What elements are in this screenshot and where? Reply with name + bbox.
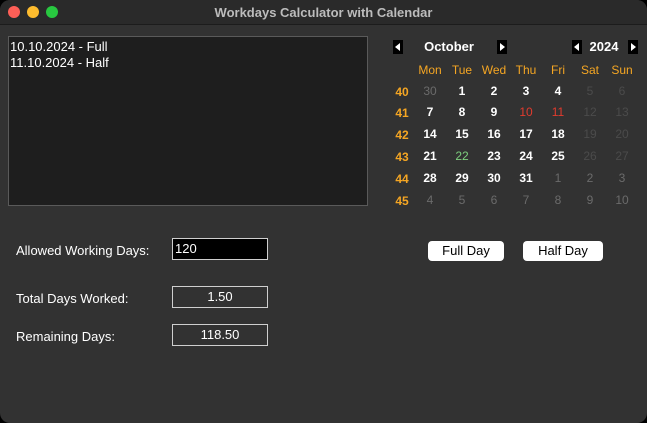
total-days-value: 1.50 (172, 286, 268, 308)
calendar-day[interactable]: 7 (510, 193, 542, 207)
weekday-header: Tue (451, 63, 473, 77)
prev-month-icon[interactable] (393, 40, 403, 54)
full-day-button[interactable]: Full Day (428, 241, 504, 261)
calendar-day[interactable]: 14 (414, 127, 446, 141)
calendar-day[interactable]: 19 (574, 127, 606, 141)
calendar-day[interactable]: 4 (542, 84, 574, 98)
calendar-day[interactable]: 9 (574, 193, 606, 207)
allowed-days-input[interactable]: 120 (172, 238, 268, 260)
calendar-day[interactable]: 5 (446, 193, 478, 207)
remaining-days-label: Remaining Days: (16, 329, 115, 344)
log-entry: 11.10.2024 - Half (10, 55, 109, 70)
weekday-header: Mon (418, 63, 442, 77)
weekday-header: Sat (580, 63, 599, 77)
calendar-day[interactable]: 26 (574, 149, 606, 163)
calendar-day[interactable]: 17 (510, 127, 542, 141)
weekday-header: Sun (611, 63, 633, 77)
next-year-icon[interactable] (628, 40, 638, 54)
calendar-month: October (424, 39, 474, 54)
calendar-day[interactable]: 20 (606, 127, 638, 141)
week-number: 42 (395, 128, 409, 142)
calendar-day[interactable]: 2 (574, 171, 606, 185)
total-days-label: Total Days Worked: (16, 291, 129, 306)
remaining-days-value: 118.50 (172, 324, 268, 346)
week-number: 44 (395, 172, 409, 186)
calendar-day[interactable]: 15 (446, 127, 478, 141)
calendar-day[interactable]: 10 (606, 193, 638, 207)
weekday-header: Wed (481, 63, 507, 77)
week-number: 40 (395, 85, 409, 99)
calendar-day[interactable]: 3 (510, 84, 542, 98)
calendar-day[interactable]: 31 (510, 171, 542, 185)
calendar-day[interactable]: 6 (606, 84, 638, 98)
calendar-day[interactable]: 16 (478, 127, 510, 141)
calendar-day[interactable]: 4 (414, 193, 446, 207)
calendar-day[interactable]: 23 (478, 149, 510, 163)
weekday-header: Thu (515, 63, 537, 77)
calendar-day[interactable]: 9 (478, 105, 510, 119)
calendar-day[interactable]: 11 (542, 105, 574, 119)
calendar-day[interactable]: 25 (542, 149, 574, 163)
calendar-day[interactable]: 27 (606, 149, 638, 163)
calendar-day[interactable]: 30 (478, 171, 510, 185)
half-day-button[interactable]: Half Day (523, 241, 603, 261)
calendar-day[interactable]: 24 (510, 149, 542, 163)
allowed-days-label: Allowed Working Days: (16, 243, 150, 258)
calendar-day[interactable]: 12 (574, 105, 606, 119)
log-entry: 10.10.2024 - Full (10, 39, 108, 54)
calendar-day[interactable]: 1 (542, 171, 574, 185)
calendar-day[interactable]: 21 (414, 149, 446, 163)
week-number: 43 (395, 150, 409, 164)
calendar-day[interactable]: 22 (446, 149, 478, 163)
weekday-header: Fri (551, 63, 565, 77)
worked-days-log[interactable]: 10.10.2024 - Full 11.10.2024 - Half (8, 36, 368, 206)
calendar-day[interactable]: 13 (606, 105, 638, 119)
week-number: 45 (395, 194, 409, 208)
next-month-icon[interactable] (497, 40, 507, 54)
calendar-day[interactable]: 28 (414, 171, 446, 185)
calendar-day[interactable]: 29 (446, 171, 478, 185)
calendar-day[interactable]: 10 (510, 105, 542, 119)
calendar-day[interactable]: 8 (446, 105, 478, 119)
calendar-day[interactable]: 2 (478, 84, 510, 98)
calendar-day[interactable]: 6 (478, 193, 510, 207)
title-bar: Workdays Calculator with Calendar (0, 0, 647, 25)
calendar-day[interactable]: 18 (542, 127, 574, 141)
prev-year-icon[interactable] (572, 40, 582, 54)
calendar-year: 2024 (589, 39, 619, 54)
week-number: 41 (395, 106, 409, 120)
app-window: Workdays Calculator with Calendar 10.10.… (0, 0, 647, 423)
calendar-day[interactable]: 5 (574, 84, 606, 98)
calendar-day[interactable]: 30 (414, 84, 446, 98)
calendar-day[interactable]: 7 (414, 105, 446, 119)
calendar-day[interactable]: 3 (606, 171, 638, 185)
calendar-day[interactable]: 1 (446, 84, 478, 98)
calendar-day[interactable]: 8 (542, 193, 574, 207)
window-title: Workdays Calculator with Calendar (214, 5, 433, 20)
